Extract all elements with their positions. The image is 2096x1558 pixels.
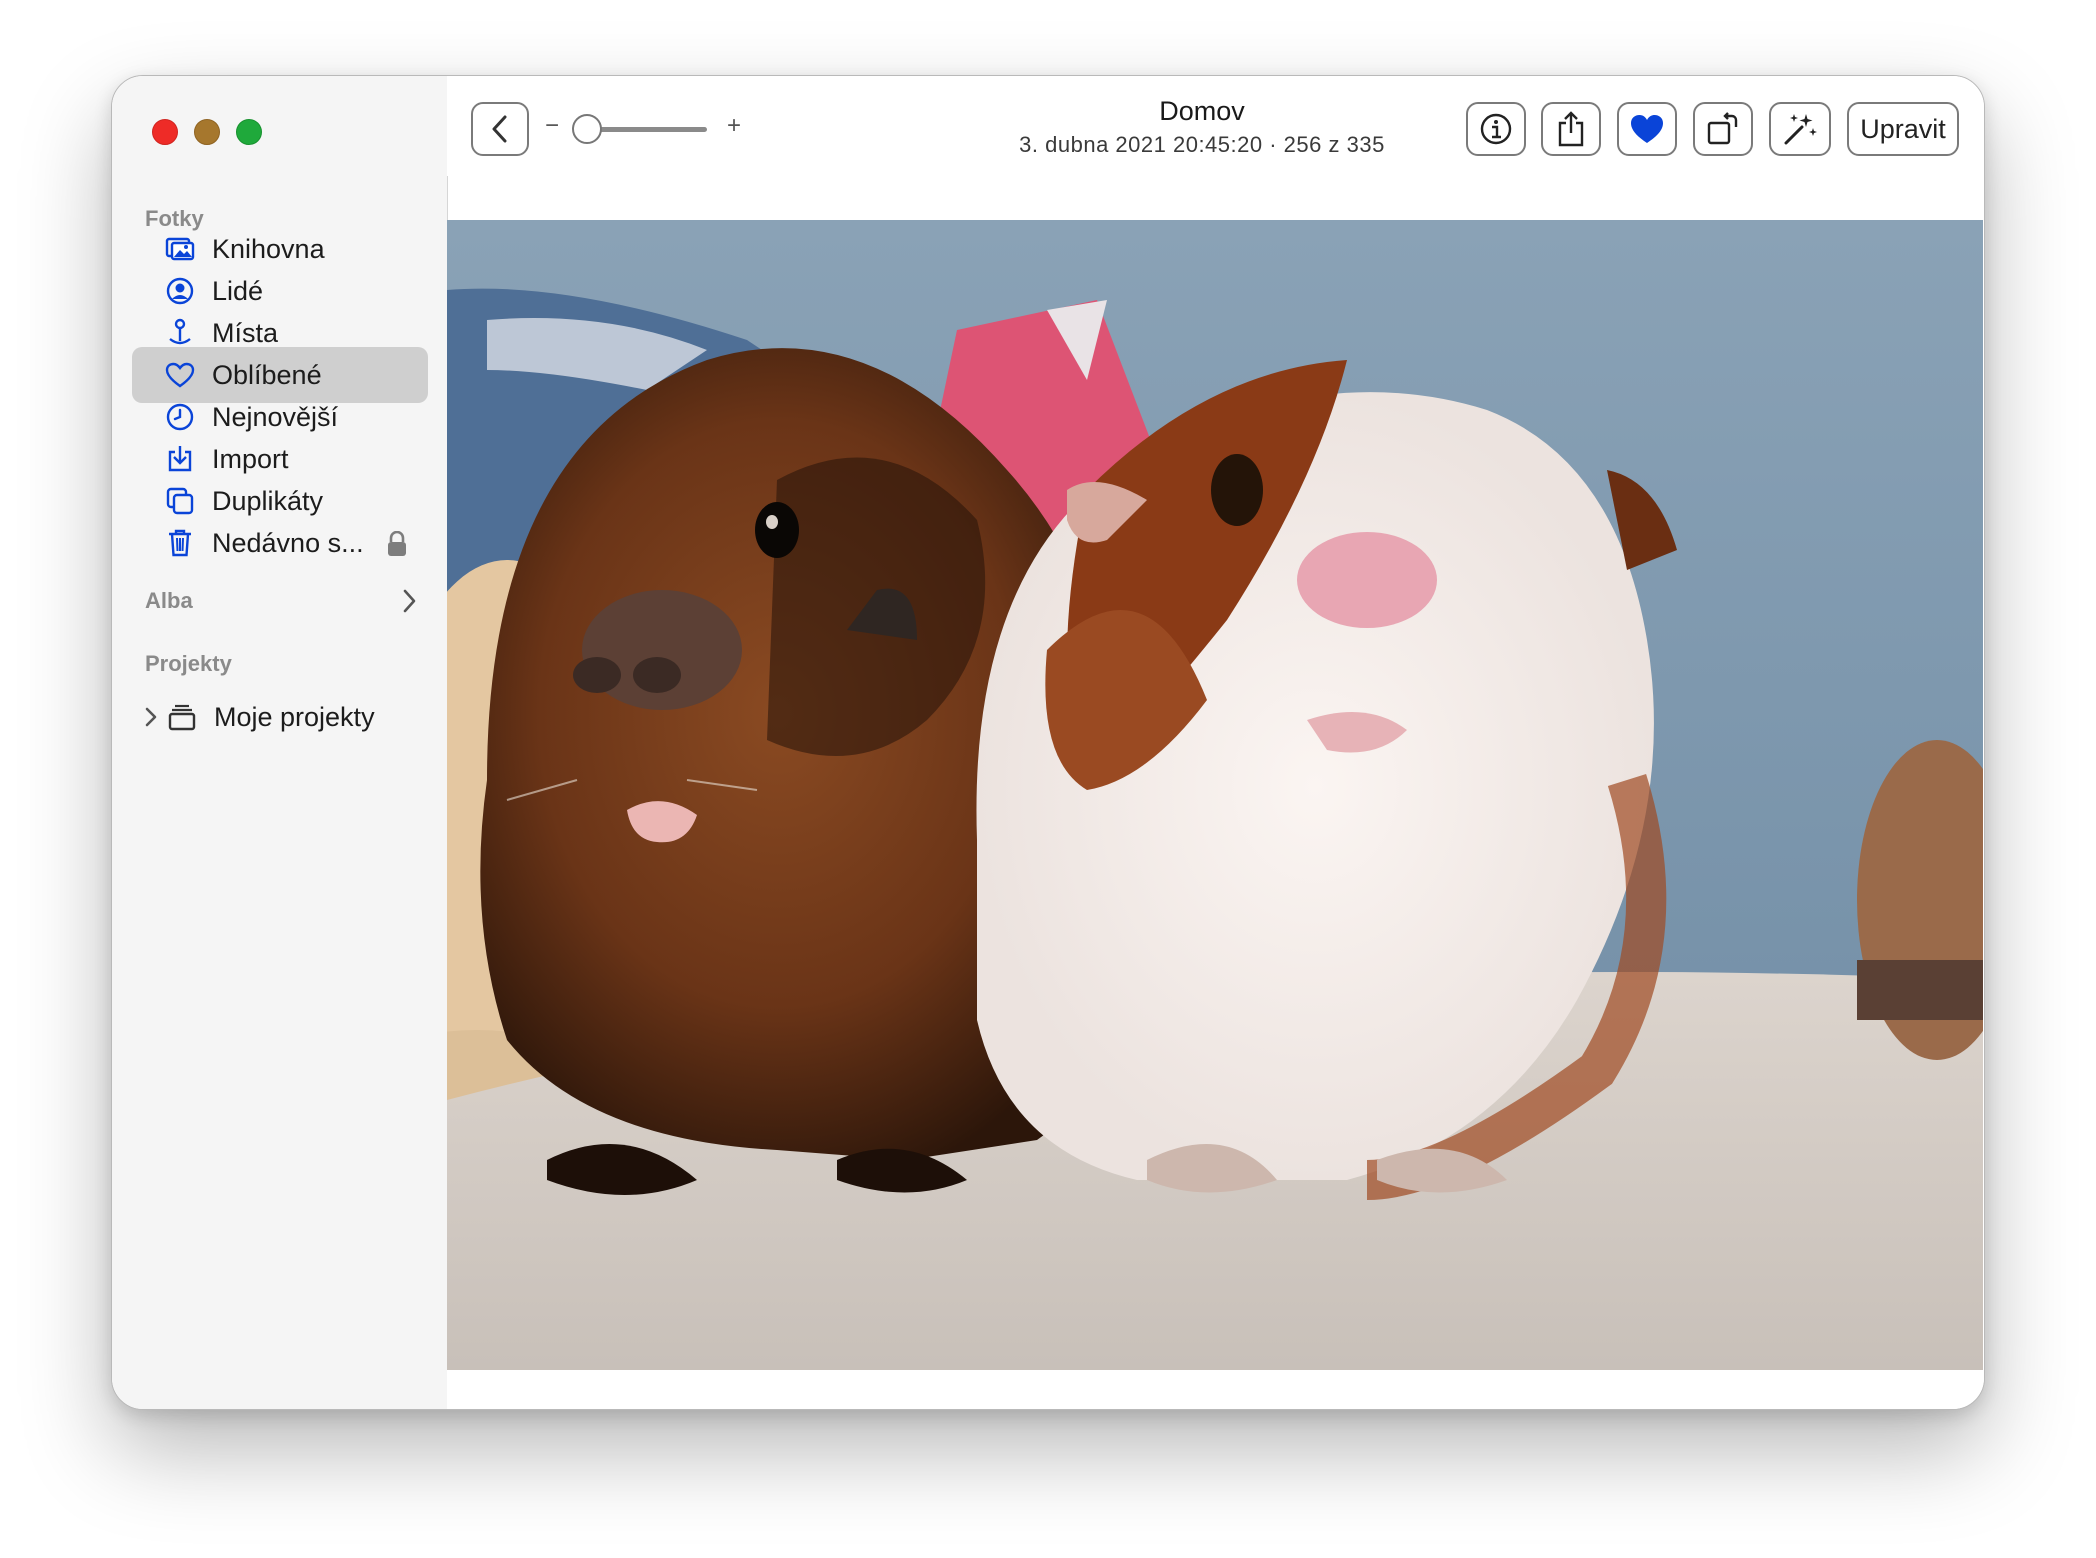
person-circle-icon bbox=[162, 273, 198, 309]
rotate-button[interactable] bbox=[1693, 102, 1753, 156]
heart-filled-icon bbox=[1629, 113, 1665, 145]
favorite-button[interactable] bbox=[1617, 102, 1677, 156]
sidebar-item-label: Import bbox=[212, 443, 289, 474]
sidebar-item-label: Oblíbené bbox=[212, 359, 322, 390]
sidebar-item-label: Nedávno s... bbox=[212, 527, 364, 558]
clock-icon bbox=[162, 399, 198, 435]
lock-icon bbox=[386, 530, 408, 562]
info-icon bbox=[1479, 112, 1513, 146]
sidebar-item-label: Lidé bbox=[212, 275, 264, 306]
zoom-slider-knob[interactable] bbox=[572, 114, 602, 144]
heart-icon bbox=[162, 357, 198, 393]
toolbar: − + Domov 3. dubna 2021 20:45:20 · 256 z… bbox=[447, 76, 1984, 176]
photo-viewer[interactable] bbox=[447, 220, 1983, 1370]
back-button[interactable] bbox=[471, 102, 529, 156]
zoom-in-label[interactable]: + bbox=[727, 112, 741, 140]
photo-viewer-background bbox=[447, 1370, 1984, 1409]
sidebar-item-moje-projekty[interactable]: Moje projekty bbox=[112, 689, 432, 745]
sidebar-item-label: Knihovna bbox=[212, 233, 325, 264]
sidebar-item-label: Místa bbox=[212, 317, 279, 348]
photo-library-icon bbox=[162, 231, 198, 267]
projects-icon bbox=[164, 699, 200, 735]
sidebar: Fotky Knihovna Lidé Místa Oblíbené Nejno… bbox=[112, 76, 448, 1409]
title-block: Domov 3. dubna 2021 20:45:20 · 256 z 335 bbox=[952, 96, 1452, 158]
chevron-right-icon[interactable] bbox=[402, 588, 418, 619]
info-button[interactable] bbox=[1466, 102, 1526, 156]
guinea-pigs-photo bbox=[447, 220, 1983, 1370]
page-title: Domov bbox=[1159, 96, 1245, 126]
section-label-projekty: Projekty bbox=[145, 651, 232, 676]
edit-button-label: Upravit bbox=[1860, 113, 1946, 144]
maximize-window-button[interactable] bbox=[236, 119, 262, 145]
photo-date-and-position: 3. dubna 2021 20:45:20 · 256 z 335 bbox=[1019, 132, 1385, 157]
sidebar-item-label: Nejnovější bbox=[212, 401, 339, 432]
back-icon bbox=[490, 114, 510, 144]
window-controls bbox=[152, 119, 262, 145]
edit-button[interactable]: Upravit bbox=[1847, 102, 1959, 156]
close-window-button[interactable] bbox=[152, 119, 178, 145]
section-label-alba: Alba bbox=[145, 588, 193, 613]
rotate-icon bbox=[1705, 111, 1741, 147]
auto-enhance-button[interactable] bbox=[1769, 102, 1831, 156]
magic-wand-icon bbox=[1781, 110, 1819, 148]
share-icon bbox=[1554, 110, 1588, 148]
trash-icon bbox=[162, 525, 198, 561]
chevron-right-icon[interactable] bbox=[144, 706, 158, 728]
sidebar-item-label: Moje projekty bbox=[214, 701, 375, 732]
photos-window: Fotky Knihovna Lidé Místa Oblíbené Nejno… bbox=[111, 75, 1985, 1410]
zoom-out-label[interactable]: − bbox=[545, 112, 559, 140]
sidebar-item-nedavno-smazane[interactable]: Nedávno s... bbox=[132, 515, 428, 571]
import-icon bbox=[162, 441, 198, 477]
minimize-window-button[interactable] bbox=[194, 119, 220, 145]
share-button[interactable] bbox=[1541, 102, 1601, 156]
duplicates-icon bbox=[162, 483, 198, 519]
sidebar-item-label: Duplikáty bbox=[212, 485, 324, 516]
map-pin-icon bbox=[162, 315, 198, 351]
